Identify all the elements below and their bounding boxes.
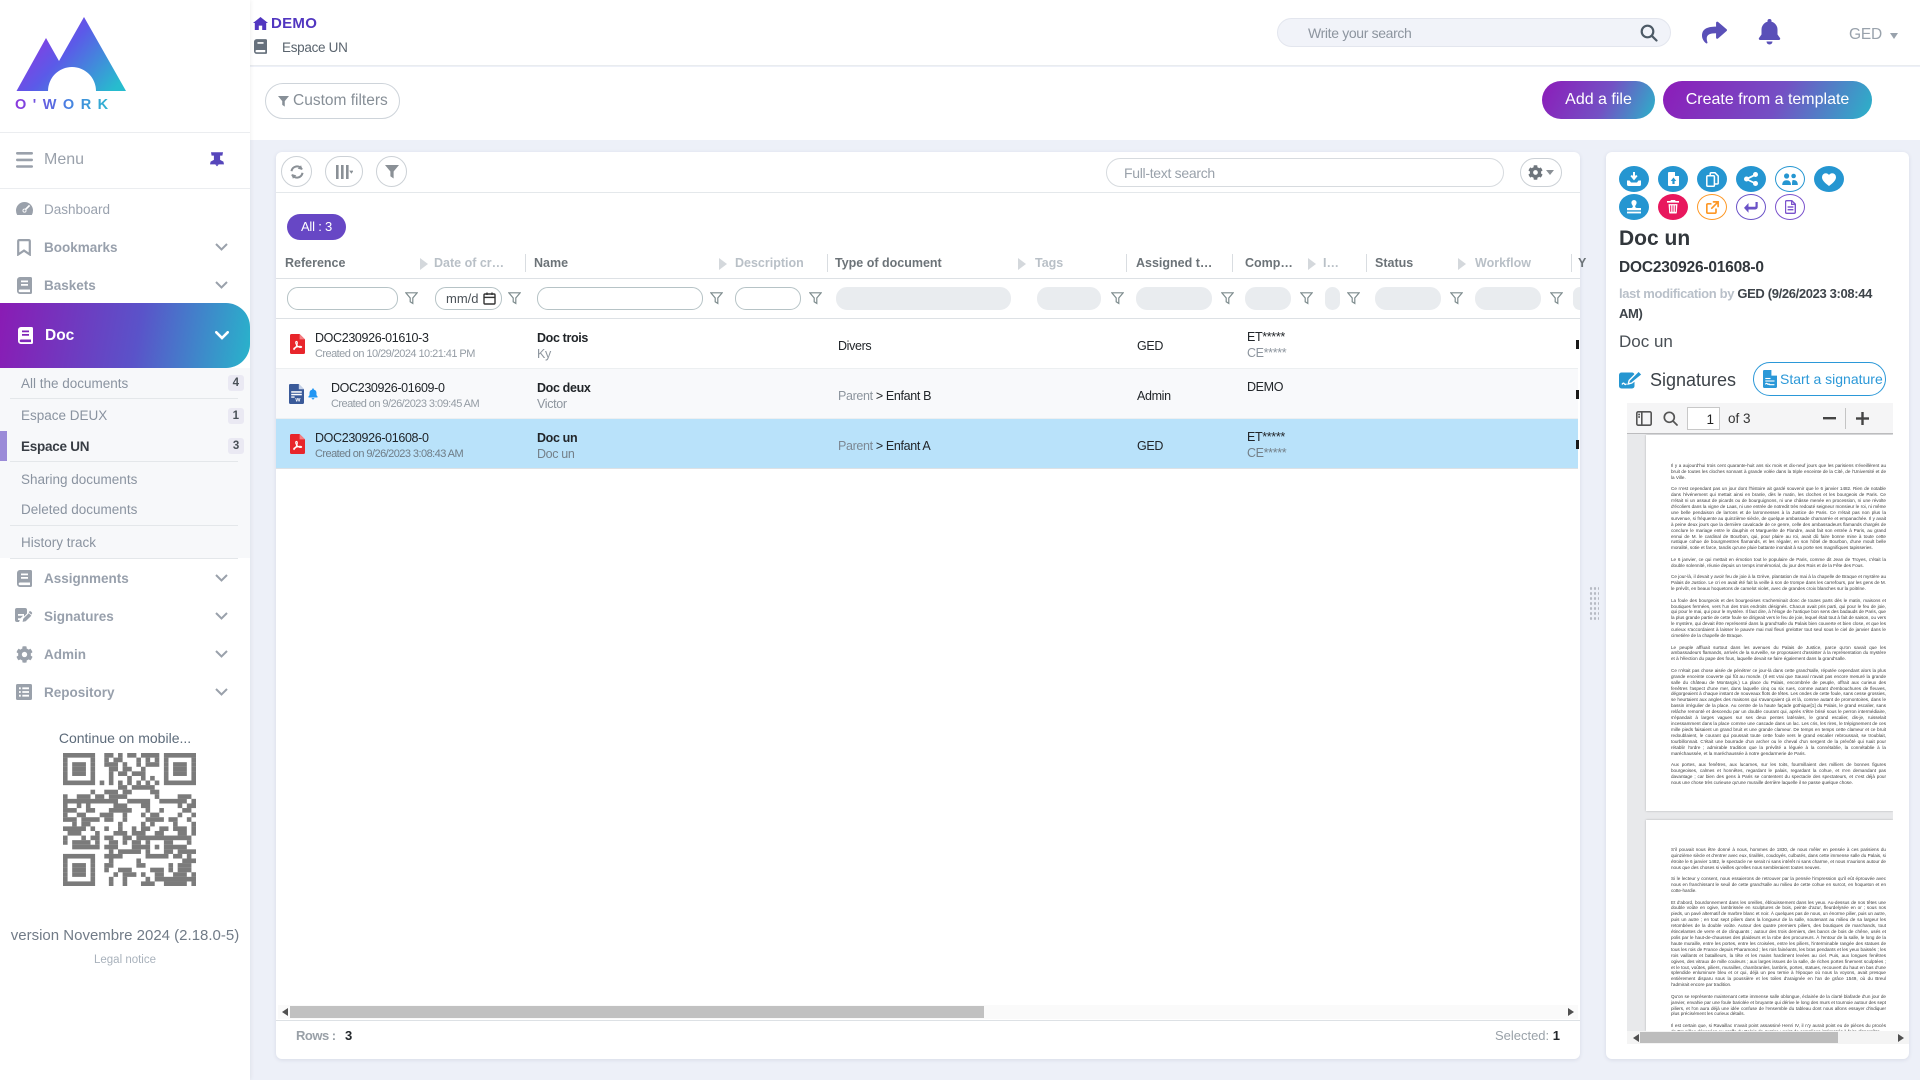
svg-text:O'WORK: O'WORK: [15, 97, 115, 113]
svg-text:w: w: [294, 397, 301, 404]
